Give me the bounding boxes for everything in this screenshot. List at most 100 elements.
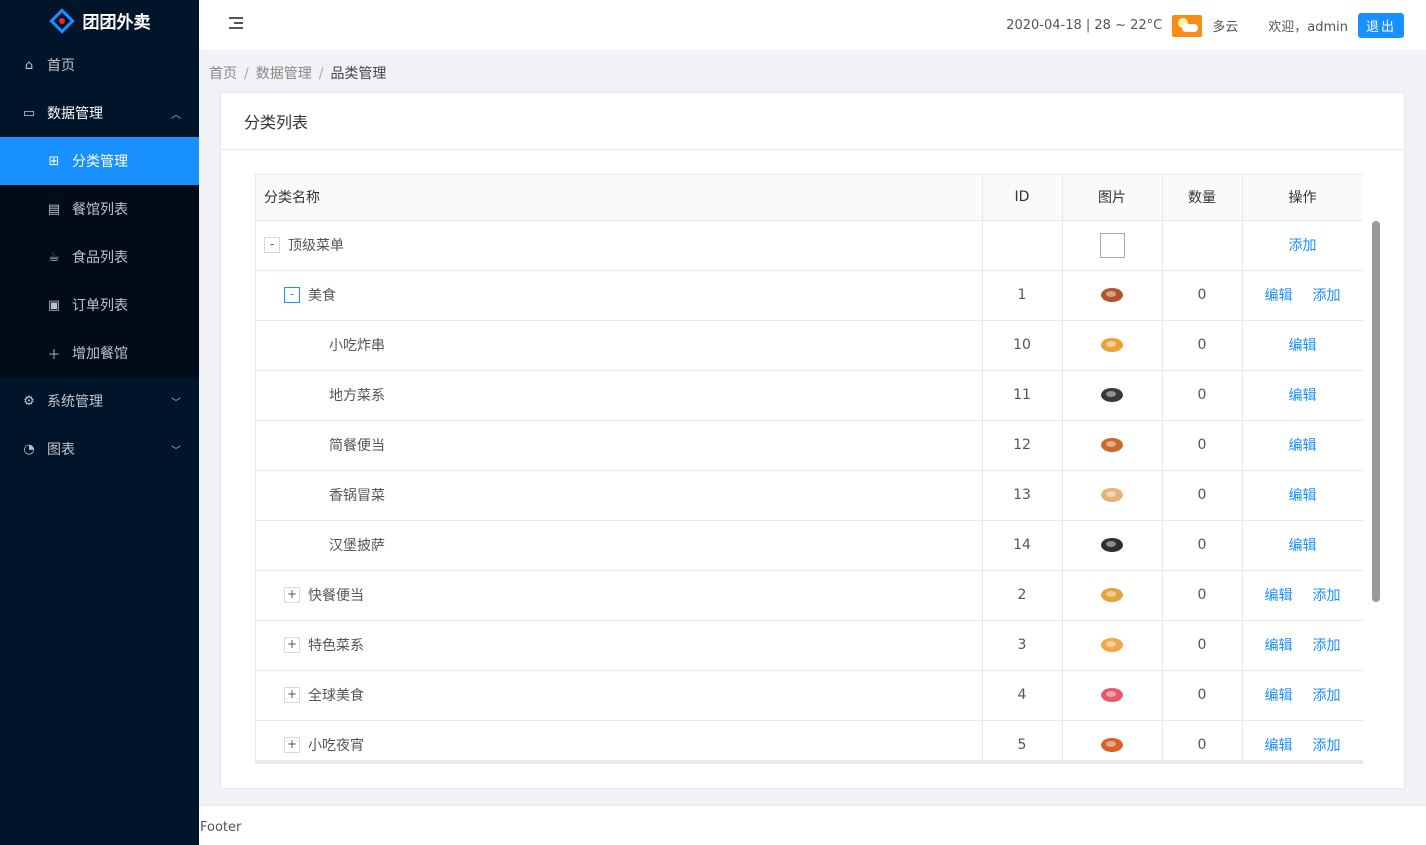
category-name-text: 全球美食: [308, 688, 364, 704]
sidebar-item-label: 系统管理: [47, 394, 103, 410]
table-header-row: 分类名称 ID 图片 数量 操作: [256, 175, 1363, 221]
expand-row-button[interactable]: +: [284, 637, 300, 653]
cell-image: [1062, 220, 1163, 271]
cell-count: 0: [1162, 270, 1243, 321]
table-row: + 特色菜系 3 0 编辑 添加: [256, 620, 1363, 671]
cell-count: 0: [1162, 470, 1243, 521]
category-name-text: 美食: [308, 288, 336, 304]
sidebar-item-label: 餐馆列表: [72, 202, 128, 218]
breadcrumb-item-data-management[interactable]: 数据管理: [256, 66, 312, 82]
coffee-icon: ☕: [48, 249, 60, 265]
table-row: 香锅冒菜 13 0 编辑: [256, 470, 1363, 521]
edit-link[interactable]: 编辑: [1289, 488, 1317, 504]
edit-link[interactable]: 编辑: [1289, 388, 1317, 404]
expand-row-button[interactable]: +: [284, 587, 300, 603]
sidebar-item-label: 食品列表: [72, 250, 128, 266]
expand-row-button[interactable]: +: [284, 687, 300, 703]
chevron-up-icon: ︿: [171, 109, 181, 121]
sidebar-item-label: 图表: [47, 442, 75, 458]
sidebar-item-data-management[interactable]: ▭ 数据管理 ︿: [0, 89, 199, 137]
cell-image: [1062, 320, 1163, 371]
card-title: 分类列表: [221, 93, 1404, 150]
cell-id: 5: [982, 720, 1063, 764]
cell-category-name: - 顶级菜单: [256, 220, 983, 271]
edit-link[interactable]: 编辑: [1265, 638, 1293, 654]
collapse-row-button[interactable]: -: [284, 287, 300, 303]
cell-actions: 编辑 添加: [1242, 620, 1363, 671]
table-row: 汉堡披萨 14 0 编辑: [256, 520, 1363, 571]
cell-actions: 编辑 添加: [1242, 720, 1363, 764]
chevron-down-icon: ﹀: [171, 445, 181, 457]
cell-actions: 添加: [1242, 220, 1363, 271]
cell-actions: 编辑 添加: [1242, 270, 1363, 321]
add-link[interactable]: 添加: [1313, 738, 1341, 754]
breadcrumb-item-home[interactable]: 首页: [209, 66, 237, 82]
sidebar-item-restaurant-list[interactable]: ▤ 餐馆列表: [0, 185, 199, 233]
sidebar-item-label: 增加餐馆: [72, 346, 128, 362]
cell-image: [1062, 620, 1163, 671]
category-name-text: 特色菜系: [308, 638, 364, 654]
cell-count: 0: [1162, 620, 1243, 671]
app-logo[interactable]: 团团外卖: [0, 0, 199, 41]
food-thumbnail-icon: [1101, 538, 1123, 552]
cell-id: 13: [982, 470, 1063, 521]
cell-count: 0: [1162, 720, 1243, 764]
edit-link[interactable]: 编辑: [1265, 688, 1293, 704]
edit-link[interactable]: 编辑: [1289, 438, 1317, 454]
cell-id: [982, 220, 1063, 271]
sidebar-item-add-restaurant[interactable]: ＋ 增加餐馆: [0, 329, 199, 377]
edit-link[interactable]: 编辑: [1289, 538, 1317, 554]
setting-icon: ⚙: [23, 393, 35, 409]
cell-count: 0: [1162, 370, 1243, 421]
add-link[interactable]: 添加: [1313, 288, 1341, 304]
sidebar-item-home[interactable]: ⌂ 首页: [0, 41, 199, 89]
cell-image: [1062, 470, 1163, 521]
horizontal-scrollbar[interactable]: [255, 760, 1363, 764]
collapse-row-button[interactable]: -: [264, 237, 280, 253]
table-row: + 小吃夜宵 5 0 编辑 添加: [256, 720, 1363, 764]
sidebar-item-food-list[interactable]: ☕ 食品列表: [0, 233, 199, 281]
category-name-text: 小吃炸串: [329, 338, 385, 354]
edit-link[interactable]: 编辑: [1265, 288, 1293, 304]
add-link[interactable]: 添加: [1313, 588, 1341, 604]
cell-category-name: 地方菜系: [256, 370, 983, 421]
food-thumbnail-icon: [1101, 288, 1123, 302]
welcome-text: 欢迎，admin: [1268, 20, 1348, 35]
cell-actions: 编辑: [1242, 420, 1363, 471]
breadcrumb-separator: /: [244, 66, 249, 82]
add-link[interactable]: 添加: [1289, 238, 1317, 254]
category-name-text: 小吃夜宵: [308, 738, 364, 754]
sidebar-item-charts[interactable]: ◔ 图表 ﹀: [0, 425, 199, 473]
shop-icon: ▤: [47, 201, 61, 217]
cell-actions: 编辑: [1242, 520, 1363, 571]
cell-id: 11: [982, 370, 1063, 421]
sidebar-item-order-list[interactable]: ▣ 订单列表: [0, 281, 199, 329]
cell-count: [1162, 220, 1243, 271]
cell-category-name: 简餐便当: [256, 420, 983, 471]
add-link[interactable]: 添加: [1313, 688, 1341, 704]
appstore-icon: ⊞: [48, 153, 60, 169]
cell-image: [1062, 720, 1163, 764]
column-header-image: 图片: [1062, 175, 1163, 221]
food-thumbnail-icon: [1101, 488, 1123, 502]
add-link[interactable]: 添加: [1313, 638, 1341, 654]
table-row: + 快餐便当 2 0 编辑 添加: [256, 570, 1363, 621]
food-thumbnail-icon: [1101, 638, 1123, 652]
logout-button[interactable]: 退出: [1357, 13, 1404, 38]
image-placeholder: [1099, 232, 1125, 258]
cell-category-name: 香锅冒菜: [256, 470, 983, 521]
expand-row-button[interactable]: +: [284, 737, 300, 753]
edit-link[interactable]: 编辑: [1289, 338, 1317, 354]
cell-category-name: + 小吃夜宵: [256, 720, 983, 764]
vertical-scrollbar[interactable]: [1372, 221, 1380, 602]
breadcrumb-separator: /: [318, 66, 324, 82]
cell-count: 0: [1162, 320, 1243, 371]
edit-link[interactable]: 编辑: [1265, 738, 1293, 754]
pie-chart-icon: ◔: [23, 441, 35, 457]
food-thumbnail-icon: [1101, 738, 1123, 752]
edit-link[interactable]: 编辑: [1265, 588, 1293, 604]
cell-count: 0: [1162, 420, 1243, 471]
sidebar-item-system-management[interactable]: ⚙ 系统管理 ﹀: [0, 377, 199, 425]
menu-fold-icon[interactable]: [229, 17, 243, 31]
sidebar-item-category-management[interactable]: ⊞ 分类管理: [0, 137, 199, 185]
